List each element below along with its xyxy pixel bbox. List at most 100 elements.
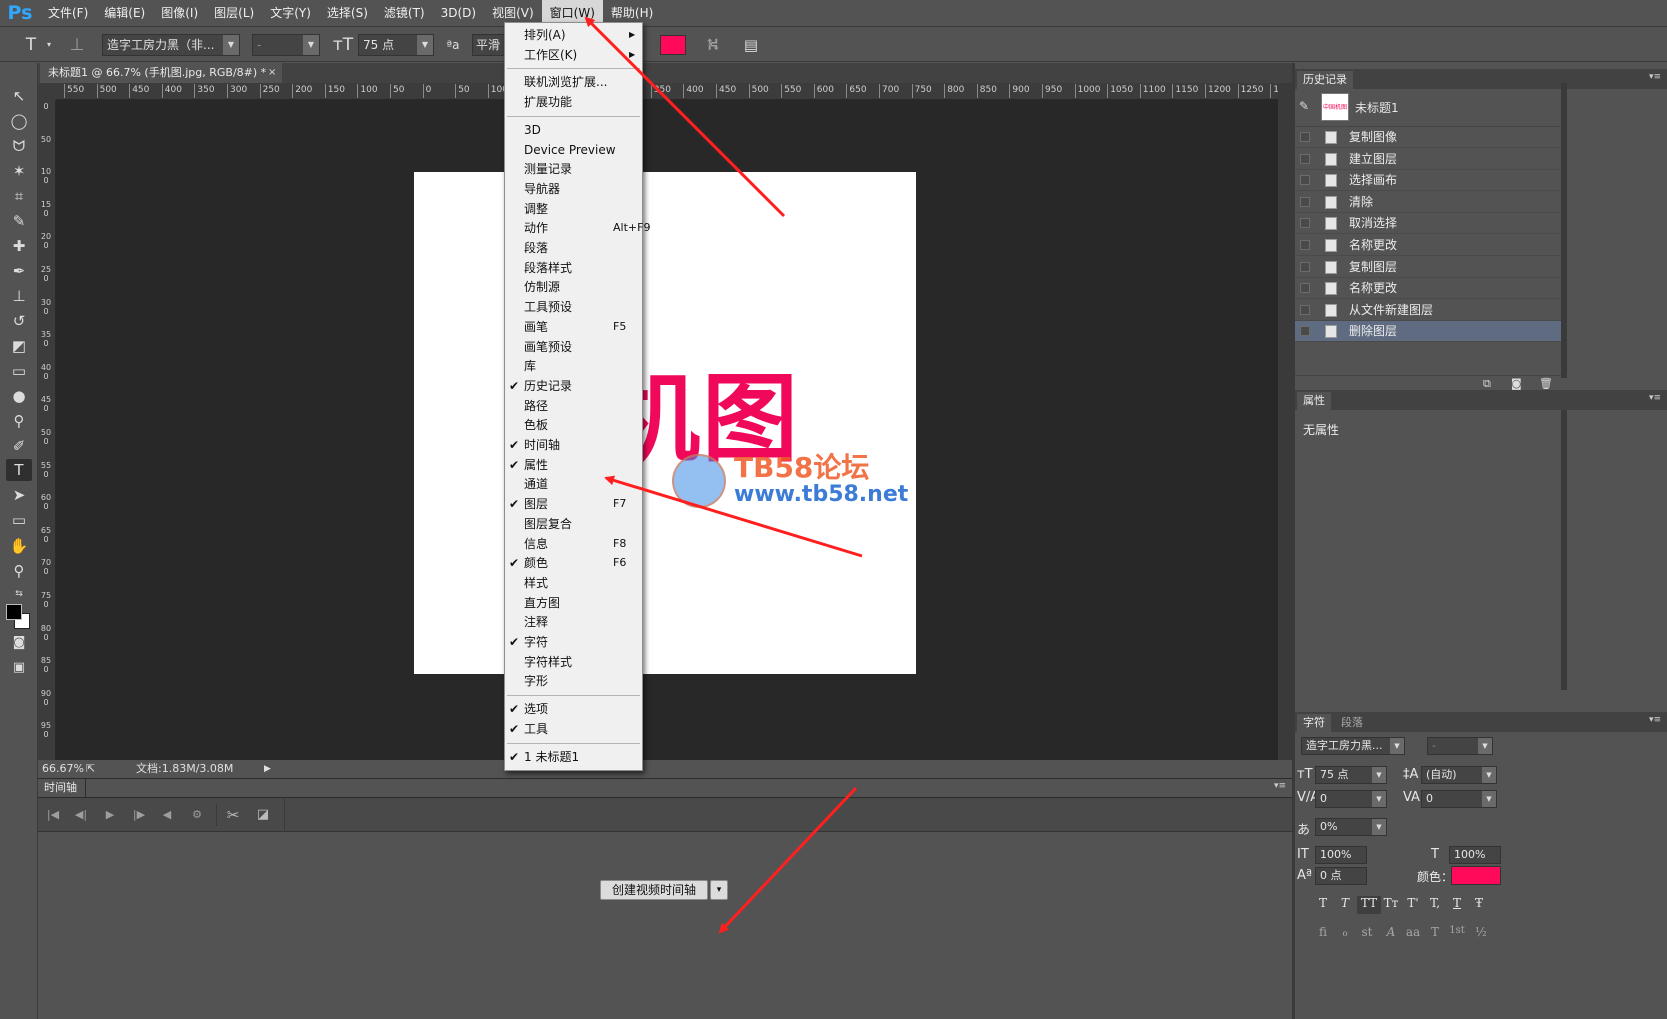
eyedropper-tool-icon[interactable]: ✎ xyxy=(6,210,32,232)
quick-mask-icon[interactable]: ◙ xyxy=(6,632,32,654)
window-menu-item[interactable]: 样式 xyxy=(505,573,642,593)
healing-brush-tool-icon[interactable]: ✚ xyxy=(6,235,32,257)
char-vertical-scale-field[interactable]: 100% xyxy=(1315,846,1367,864)
font-size-select[interactable]: 75 点 ▼ xyxy=(358,34,434,56)
history-source-checkbox[interactable] xyxy=(1300,153,1310,164)
window-menu-item[interactable]: 工作区(K) ▶ xyxy=(505,45,642,65)
window-menu-item[interactable]: 画笔 F5 xyxy=(505,317,642,337)
faux-italic-button[interactable]: T xyxy=(1335,896,1355,914)
discretionary-ligatures-button[interactable]: st xyxy=(1357,925,1377,943)
history-state-row[interactable]: 建立图层 xyxy=(1295,149,1561,170)
close-icon[interactable]: × xyxy=(268,63,276,83)
window-menu-item[interactable]: 通道 xyxy=(505,474,642,494)
window-menu-item[interactable]: 段落 xyxy=(505,238,642,258)
panel-menu-icon[interactable]: ▾≡ xyxy=(1649,715,1661,725)
history-state-row[interactable]: 名称更改 xyxy=(1295,278,1561,300)
menu-3d[interactable]: 3D(D) xyxy=(433,0,484,27)
old-style-button[interactable]: ℴ xyxy=(1335,925,1355,943)
window-menu-item[interactable]: 字形 xyxy=(505,671,642,691)
tab-character[interactable]: 字符 xyxy=(1297,714,1331,732)
char-ratio-select[interactable]: 0% ▼ xyxy=(1315,818,1387,836)
window-menu-item[interactable]: 直方图 xyxy=(505,593,642,613)
panel-menu-icon[interactable]: ▾≡ xyxy=(1274,781,1286,791)
char-font-style-select[interactable]: - ▼ xyxy=(1427,737,1493,755)
window-menu-item[interactable]: 信息 F8 xyxy=(505,534,642,554)
window-menu-item[interactable]: ✔ 图层 F7 xyxy=(505,494,642,514)
crop-tool-icon[interactable]: ⌗ xyxy=(6,185,32,207)
window-menu-item[interactable]: 库 xyxy=(505,356,642,376)
foreground-color-swatch[interactable] xyxy=(6,604,22,620)
history-state-row[interactable]: 选择画布 xyxy=(1295,170,1561,192)
text-orientation-icon[interactable]: ⊥ xyxy=(66,34,88,56)
window-menu-item[interactable]: 仿制源 xyxy=(505,277,642,297)
export-icon[interactable]: ⇱ xyxy=(86,760,95,778)
window-menu-item[interactable]: 字符样式 xyxy=(505,652,642,672)
window-menu-item[interactable]: 路径 xyxy=(505,396,642,416)
type-tool-icon[interactable]: T xyxy=(20,34,42,56)
window-menu-item[interactable]: 排列(A) ▶ xyxy=(505,25,642,45)
zoom-tool-icon[interactable]: ⚲ xyxy=(6,560,32,582)
window-menu-item[interactable]: 图层复合 xyxy=(505,514,642,534)
eraser-tool-icon[interactable]: ◩ xyxy=(6,335,32,357)
panel-menu-icon[interactable]: ▾≡ xyxy=(1649,393,1661,403)
settings-gear-icon[interactable]: ⚙ xyxy=(186,804,208,826)
char-size-select[interactable]: 75 点 ▼ xyxy=(1315,766,1387,784)
history-state-row[interactable]: 从文件新建图层 xyxy=(1295,300,1561,321)
tab-paragraph[interactable]: 段落 xyxy=(1335,714,1369,732)
character-panel-toggle-icon[interactable]: ▤ xyxy=(740,34,762,56)
window-menu-item[interactable]: ✔ 历史记录 xyxy=(505,376,642,396)
elliptical-marquee-tool-icon[interactable]: ◯ xyxy=(6,110,32,132)
window-menu-item[interactable]: 色板 xyxy=(505,415,642,435)
fractions-button[interactable]: ½ xyxy=(1471,925,1491,943)
history-source-checkbox[interactable] xyxy=(1300,261,1310,272)
window-menu-item[interactable]: 动作 Alt+F9 xyxy=(505,218,650,238)
window-menu-item[interactable]: 调整 xyxy=(505,199,642,219)
window-menu-item[interactable]: ✔ 1 未标题1 xyxy=(505,747,642,767)
char-baseline-field[interactable]: 0 点 xyxy=(1315,867,1367,885)
timeline-tab[interactable]: 时间轴 xyxy=(38,779,86,797)
history-scrollbar[interactable] xyxy=(1561,83,1567,378)
history-source-checkbox[interactable] xyxy=(1300,240,1310,250)
lasso-tool-icon[interactable]: ᗢ xyxy=(6,135,32,157)
go-to-first-frame-icon[interactable]: |◀ xyxy=(42,804,64,826)
move-tool-icon[interactable]: ↖ xyxy=(6,85,32,107)
history-source-checkbox[interactable] xyxy=(1300,196,1310,207)
char-font-family-select[interactable]: 造字工房力黑... ▼ xyxy=(1301,737,1405,755)
history-snapshot[interactable]: ✎ 中国机图 未标题1 xyxy=(1295,89,1561,127)
window-menu-item[interactable]: 段落样式 xyxy=(505,258,642,278)
window-menu-item[interactable]: 注释 xyxy=(505,612,642,632)
transition-icon[interactable]: ◪ xyxy=(252,804,274,826)
history-source-checkbox[interactable] xyxy=(1300,175,1310,186)
menu-select[interactable]: 选择(S) xyxy=(319,0,376,27)
path-selection-tool-icon[interactable]: ➤ xyxy=(6,484,32,506)
window-menu-item[interactable]: 3D xyxy=(505,120,642,140)
warp-text-icon[interactable]: ⛕ xyxy=(702,34,724,56)
history-state-row[interactable]: 删除图层 xyxy=(1295,321,1561,343)
history-brush-tool-icon[interactable]: ↺ xyxy=(6,310,32,332)
play-icon[interactable]: ▶ xyxy=(99,804,121,826)
artboard[interactable]: 机图 TB58论坛 www.tb58.net xyxy=(414,172,916,674)
anti-alias-select[interactable]: 平滑 xyxy=(472,34,506,56)
char-tracking-select[interactable]: 0 ▼ xyxy=(1421,790,1497,808)
ligatures-button[interactable]: ﬁ xyxy=(1313,925,1333,943)
char-kerning-select[interactable]: 0 ▼ xyxy=(1315,790,1387,808)
ordinals-button[interactable]: 1st xyxy=(1445,925,1469,943)
delete-trash-icon[interactable]: 🗑 xyxy=(1539,377,1553,390)
menu-edit[interactable]: 编辑(E) xyxy=(96,0,153,27)
char-color-swatch[interactable] xyxy=(1451,866,1501,885)
superscript-button[interactable]: T' xyxy=(1403,896,1423,914)
font-style-select[interactable]: - ▼ xyxy=(252,34,320,56)
window-menu-item[interactable]: 工具预设 xyxy=(505,297,642,317)
history-source-checkbox[interactable] xyxy=(1300,218,1310,229)
canvas-area[interactable]: 机图 TB58论坛 www.tb58.net xyxy=(56,100,1278,760)
panel-menu-icon[interactable]: ▾≡ xyxy=(1649,72,1661,82)
window-menu-item[interactable]: 联机浏览扩展... xyxy=(505,72,642,92)
history-state-row[interactable]: 复制图层 xyxy=(1295,257,1561,278)
char-horizontal-scale-field[interactable]: 100% xyxy=(1449,846,1501,864)
new-snapshot-camera-icon[interactable]: ◙ xyxy=(1511,377,1522,390)
menu-layer[interactable]: 图层(L) xyxy=(206,0,262,27)
window-menu-item[interactable]: 扩展功能 xyxy=(505,92,642,112)
menu-filter[interactable]: 滤镜(T) xyxy=(376,0,433,27)
menu-type[interactable]: 文字(Y) xyxy=(262,0,319,27)
window-menu-item[interactable]: 测量记录 xyxy=(505,159,642,179)
